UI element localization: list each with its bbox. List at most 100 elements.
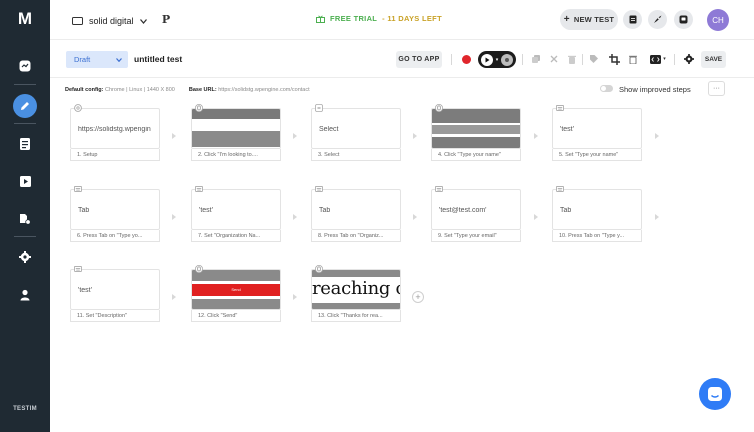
- step-arrow: [293, 133, 297, 139]
- config-row: Default config: Chrome | Linux | 1440 X …: [65, 87, 310, 93]
- step-label: 5. Set "Type your name": [552, 149, 642, 161]
- thanks-text: reaching ou: [312, 278, 400, 299]
- avatar[interactable]: CH: [707, 9, 729, 31]
- keyboard-icon: [556, 104, 564, 112]
- save-button[interactable]: SAVE: [701, 51, 726, 68]
- record-icon[interactable]: [462, 55, 471, 64]
- step-card[interactable]: 'test' 5. Set "Type your name": [552, 104, 642, 161]
- code-icon: [650, 54, 662, 64]
- step-arrow: [172, 214, 176, 220]
- trial-days: - 11 DAYS LEFT: [382, 14, 442, 23]
- step-card[interactable]: reaching ou 13. Click "Thanks for rea...: [311, 265, 401, 322]
- user-icon[interactable]: [17, 287, 33, 303]
- project-icon[interactable]: P: [158, 13, 174, 29]
- step-value: 'test': [560, 126, 574, 133]
- step-preview: 'test@test.com': [431, 189, 521, 230]
- step-preview: Tab: [70, 189, 160, 230]
- step-card[interactable]: Tab 10. Press Tab on "Type y...: [552, 185, 642, 242]
- help-button[interactable]: [674, 10, 693, 29]
- screenshot-band: [432, 125, 520, 134]
- announcements-button[interactable]: [648, 10, 667, 29]
- chat-button[interactable]: [699, 378, 731, 410]
- step-arrow: [293, 214, 297, 220]
- gear-icon[interactable]: [683, 53, 695, 65]
- step-card[interactable]: Tab 6. Press Tab on "Type yo...: [70, 185, 160, 242]
- test-name[interactable]: untitled test: [134, 54, 182, 64]
- step-card[interactable]: 'test' 11. Set "Description": [70, 265, 160, 322]
- copy-icon[interactable]: [530, 53, 542, 65]
- step-label: 12. Click "Send": [191, 310, 281, 322]
- trial-banner[interactable]: FREE TRIAL - 11 DAYS LEFT: [316, 14, 442, 23]
- send-text: Send: [231, 287, 241, 292]
- screenshot-band: [192, 299, 280, 309]
- play-controls[interactable]: ▾: [478, 51, 516, 68]
- step-value: Tab: [78, 207, 90, 214]
- new-test-button[interactable]: + NEW TEST: [560, 9, 618, 30]
- keyboard-icon: [315, 185, 323, 193]
- plus-icon: +: [563, 14, 570, 25]
- app: M TESTIM solid digital P FREE TRIAL - 11…: [0, 0, 754, 432]
- rocket-icon: [654, 15, 662, 23]
- crop-icon[interactable]: [608, 53, 620, 65]
- debug-icon[interactable]: [500, 53, 513, 66]
- step-card[interactable]: https://solidstg.wpengin 1. Setup: [70, 104, 160, 161]
- trash-icon[interactable]: [627, 53, 639, 65]
- mouse-icon: [195, 265, 203, 273]
- step-arrow: [172, 133, 176, 139]
- trash-icon[interactable]: [566, 53, 578, 65]
- step-value: 'test': [78, 287, 92, 294]
- step-label: 2. Click "I'm looking to....: [191, 149, 281, 161]
- keyboard-icon: [556, 185, 564, 193]
- docs-button[interactable]: [623, 10, 642, 29]
- chat-icon: [708, 387, 722, 401]
- step-card[interactable]: Send 12. Click "Send": [191, 265, 281, 322]
- step-arrow: [655, 214, 659, 220]
- more-options-button[interactable]: ···: [708, 81, 725, 96]
- play-icon[interactable]: [481, 53, 493, 66]
- step-value: Select: [319, 126, 339, 133]
- step-card[interactable]: 2. Click "I'm looking to....: [191, 104, 281, 161]
- toolbar-divider: [582, 54, 583, 65]
- step-preview: Tab: [311, 189, 401, 230]
- step-card[interactable]: 'test' 7. Set "Organization Na...: [191, 185, 281, 242]
- status-select[interactable]: Draft: [66, 51, 128, 68]
- step-card[interactable]: Tab 8. Press Tab on "Organiz...: [311, 185, 401, 242]
- tag-icon[interactable]: [588, 53, 600, 65]
- step-preview: 'test': [552, 108, 642, 149]
- step-arrow: [293, 294, 297, 300]
- chevron-down-icon: [139, 18, 147, 24]
- step-card[interactable]: 'test@test.com' 9. Set "Type your email": [431, 185, 521, 242]
- default-config[interactable]: Default config: Chrome | Linux | 1440 X …: [65, 87, 175, 93]
- step-label: 13. Click "Thanks for rea...: [311, 310, 401, 322]
- step-preview: reaching ou: [311, 269, 401, 310]
- sidebar-divider: [14, 123, 36, 124]
- dashboard-icon[interactable]: [17, 58, 33, 74]
- step-preview: [431, 108, 521, 149]
- toolbar-divider: [522, 54, 523, 65]
- list-icon[interactable]: [17, 136, 33, 152]
- editor-icon[interactable]: [13, 94, 37, 118]
- code-menu[interactable]: ▾: [648, 53, 668, 65]
- step-label: 6. Press Tab on "Type yo...: [70, 230, 160, 242]
- step-arrow: [534, 214, 538, 220]
- step-card[interactable]: Select 3. Select: [311, 104, 401, 161]
- add-step-button[interactable]: +: [412, 291, 424, 303]
- workspace-selector[interactable]: solid digital: [72, 13, 147, 29]
- step-label: 4. Click "Type your name": [431, 149, 521, 161]
- step-card[interactable]: 4. Click "Type your name": [431, 104, 521, 161]
- keyboard-icon: [74, 185, 82, 193]
- go-to-app-button[interactable]: GO TO APP: [396, 51, 442, 68]
- close-icon[interactable]: [548, 53, 560, 65]
- settings-icon[interactable]: [17, 249, 33, 265]
- run-icon[interactable]: [17, 173, 33, 189]
- base-url[interactable]: Base URL: https://solidstg.wpengine.com/…: [189, 87, 310, 93]
- step-preview: Tab: [552, 189, 642, 230]
- logo[interactable]: M: [0, 0, 50, 38]
- setup-icon: [74, 104, 82, 112]
- step-label: 9. Set "Type your email": [431, 230, 521, 242]
- mouse-icon: [195, 104, 203, 112]
- files-icon[interactable]: [17, 211, 33, 227]
- workspace-name: solid digital: [89, 16, 134, 26]
- base-url-label: Base URL:: [188, 87, 217, 93]
- improved-steps-toggle[interactable]: [600, 85, 613, 92]
